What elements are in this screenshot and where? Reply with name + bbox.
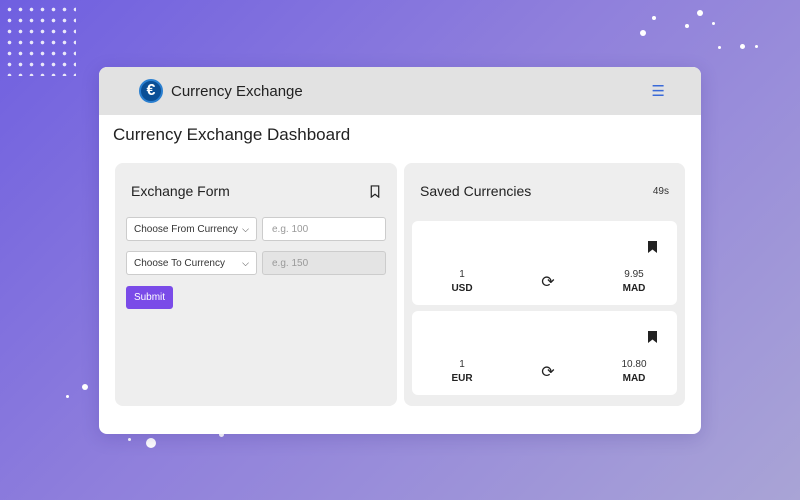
navbar: € Currency Exchange ☰ (99, 67, 701, 115)
decorative-dot (652, 16, 656, 20)
chevron-down-icon: ⌵ (242, 257, 249, 268)
refresh-timer: 49s (652, 185, 669, 197)
decorative-dot (640, 30, 646, 36)
decorative-dot (146, 438, 156, 448)
exchange-form-title: Exchange Form (131, 183, 230, 199)
saved-currencies-panel: Saved Currencies 49s 1 USD ⟳ 9.95 MAD 1 … (404, 163, 685, 406)
to-currency: 9.95 MAD (619, 269, 649, 294)
saved-currencies-title: Saved Currencies (420, 183, 532, 199)
currency-pair: 1 USD ⟳ 9.95 MAD (412, 269, 677, 294)
to-currency: 10.80 MAD (619, 359, 649, 384)
from-amount: 1 (459, 359, 465, 370)
to-currency-select-label: Choose To Currency (134, 257, 225, 269)
decorative-dot-grid (4, 4, 76, 76)
from-amount: 1 (459, 269, 465, 280)
from-code: USD (451, 283, 473, 294)
from-currency: 1 USD (447, 269, 477, 294)
submit-button[interactable]: Submit (126, 286, 173, 309)
to-code: MAD (622, 373, 646, 384)
to-code: MAD (622, 283, 646, 294)
from-row: Choose From Currency ⌵ (126, 217, 386, 241)
currency-pair: 1 EUR ⟳ 10.80 MAD (412, 359, 677, 384)
to-amount-input[interactable] (262, 251, 386, 275)
chevron-down-icon: ⌵ (242, 223, 249, 234)
saved-currency-card: 1 EUR ⟳ 10.80 MAD (412, 311, 677, 395)
decorative-dot (718, 46, 721, 49)
decorative-dot (128, 438, 131, 441)
decorative-dot (712, 22, 715, 25)
from-currency: 1 EUR (447, 359, 477, 384)
to-amount: 10.80 (621, 359, 647, 370)
app-window: € Currency Exchange ☰ Currency Exchange … (99, 67, 701, 434)
bookmark-filled-icon[interactable] (648, 241, 657, 253)
exchange-form-header: Exchange Form (126, 181, 386, 201)
refresh-icon[interactable]: ⟳ (541, 272, 554, 292)
page-title: Currency Exchange Dashboard (113, 125, 351, 144)
brand[interactable]: € Currency Exchange (139, 79, 303, 103)
refresh-icon[interactable]: ⟳ (541, 362, 554, 382)
hamburger-icon[interactable]: ☰ (652, 82, 665, 100)
exchange-form-panel: Exchange Form Choose From Currency ⌵ Cho… (115, 163, 397, 406)
from-code: EUR (451, 373, 473, 384)
from-currency-select-label: Choose From Currency (134, 223, 238, 235)
decorative-dot (755, 45, 758, 48)
panels: Exchange Form Choose From Currency ⌵ Cho… (99, 163, 701, 406)
decorative-dot (740, 44, 745, 49)
to-amount: 9.95 (624, 269, 644, 280)
to-currency-select[interactable]: Choose To Currency ⌵ (126, 251, 257, 275)
decorative-dot (685, 24, 689, 28)
saved-currency-card: 1 USD ⟳ 9.95 MAD (412, 221, 677, 305)
to-row: Choose To Currency ⌵ (126, 251, 386, 275)
bookmark-filled-icon[interactable] (648, 331, 657, 343)
euro-logo-icon: € (139, 79, 163, 103)
decorative-dot (66, 395, 69, 398)
saved-currencies-header: Saved Currencies 49s (412, 181, 677, 201)
brand-name: Currency Exchange (171, 82, 303, 100)
from-amount-input[interactable] (262, 217, 386, 241)
from-currency-select[interactable]: Choose From Currency ⌵ (126, 217, 257, 241)
bookmark-outline-icon[interactable] (369, 184, 381, 198)
decorative-dot (697, 10, 703, 16)
decorative-dot (82, 384, 88, 390)
